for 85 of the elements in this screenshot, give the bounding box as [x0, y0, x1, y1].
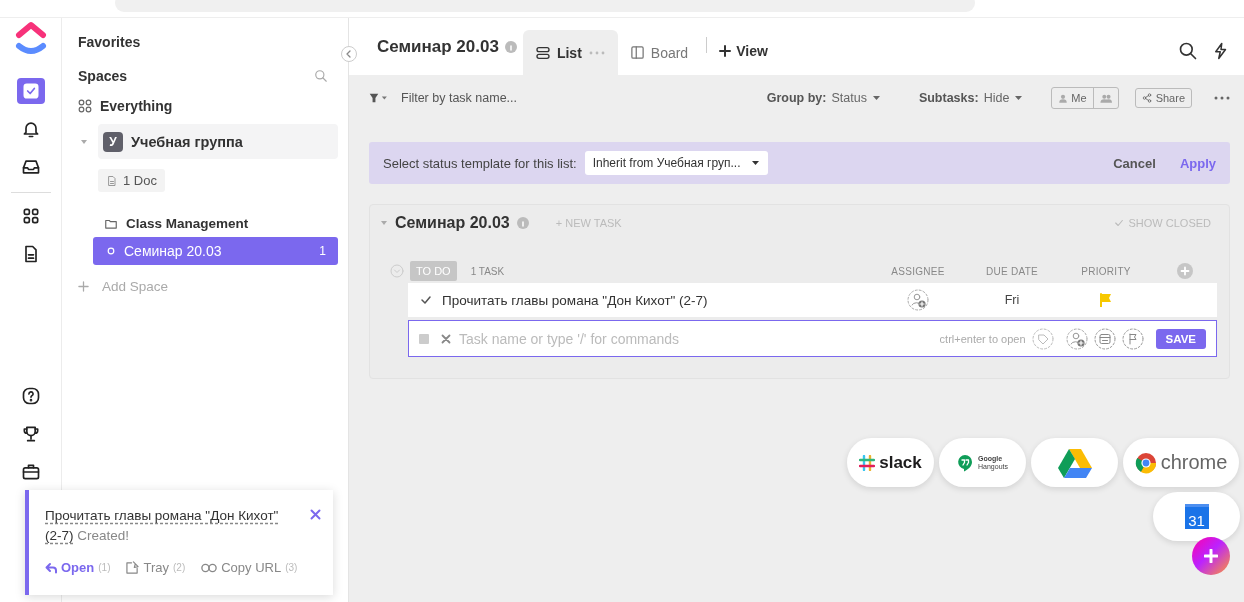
close-icon	[310, 509, 321, 520]
share-button[interactable]: Share	[1134, 88, 1192, 108]
calendar-button[interactable]: 31	[1153, 492, 1240, 541]
column-header: PRIORITY	[1080, 265, 1132, 277]
folder-item[interactable]: Class Management	[104, 216, 338, 231]
space-badge: У	[103, 131, 123, 152]
group-by-dropdown[interactable]: Group by: Status	[760, 90, 887, 106]
list-item[interactable]: Семинар 20.03 1	[93, 237, 338, 265]
open-action[interactable]: Open (1)	[45, 560, 111, 575]
view-tab[interactable]: Board	[617, 30, 701, 75]
link-icon	[201, 562, 218, 573]
calendar-icon[interactable]	[1093, 327, 1116, 350]
square-icon	[419, 333, 429, 344]
doc-item[interactable]: 1 Doc	[98, 169, 165, 192]
caret-icon	[750, 159, 760, 167]
chrome-button[interactable]: chrome	[1123, 438, 1239, 487]
more-icon	[587, 49, 606, 56]
banner-label: Select status template for this list:	[383, 155, 577, 171]
copy-action[interactable]: Copy URL (3)	[201, 560, 298, 575]
spaces-header[interactable]: Spaces	[78, 68, 128, 84]
slack-button[interactable]: slack	[847, 438, 934, 487]
plus-icon	[719, 44, 732, 57]
due-date[interactable]: Fri	[965, 293, 1059, 307]
add-button[interactable]	[1192, 537, 1230, 575]
close-button[interactable]	[310, 508, 321, 523]
flag-icon[interactable]	[1121, 327, 1144, 350]
tray-icon	[126, 561, 140, 574]
caret-icon	[871, 94, 881, 102]
toast-message: Прочитать главы романа "Дон Кихот" (2-7) Created!	[45, 507, 280, 545]
task-count: 1 TASK	[470, 265, 505, 277]
save-button[interactable]: SAVE	[1155, 328, 1206, 349]
list-icon	[534, 44, 551, 61]
search-icon[interactable]	[1178, 40, 1198, 61]
chevron-left-icon	[345, 50, 353, 58]
status-badge: TO DO	[410, 261, 457, 281]
inbox-icon	[20, 157, 41, 177]
collapse-button[interactable]	[341, 46, 357, 62]
template-dropdown[interactable]: Inherit from Учебная груп...	[584, 151, 768, 175]
task-row[interactable]: Прочитать главы романа "Дон Кихот" (2-7) Fri	[408, 283, 1217, 317]
more-icon[interactable]	[1214, 95, 1230, 101]
space-item[interactable]: У Учебная группа	[98, 124, 338, 159]
document-icon	[106, 174, 118, 187]
reply-icon	[45, 561, 57, 574]
column-header: DUE DATE	[984, 265, 1040, 277]
triangle-logo-icon	[1057, 447, 1092, 478]
rail-checkbox-button[interactable]	[16, 78, 45, 104]
column-header: ASSIGNEE	[890, 265, 946, 277]
everything-item[interactable]: Everything	[78, 98, 338, 114]
plus-icon	[1204, 549, 1218, 563]
people-icon	[1099, 92, 1112, 104]
slack-logo-icon	[859, 454, 876, 471]
add-view-button[interactable]: View	[713, 40, 774, 61]
share-icon	[1141, 93, 1152, 103]
grid-icon	[78, 99, 92, 113]
help-icon	[20, 386, 41, 406]
tray-action[interactable]: Tray (2)	[126, 560, 186, 575]
filter-field[interactable]: Filter by task name...	[401, 91, 601, 105]
task-name[interactable]: Прочитать главы романа "Дон Кихот" (2-7)	[442, 292, 708, 308]
check-icon	[1114, 218, 1125, 228]
space-name: Учебная группа	[131, 133, 243, 150]
logo-icon	[13, 20, 48, 56]
list-title: Семинар 20.03	[377, 36, 499, 57]
check-icon[interactable]	[420, 294, 432, 306]
close-icon[interactable]	[441, 333, 451, 344]
circle-icon	[107, 247, 115, 255]
board-icon	[629, 45, 645, 60]
assignee-icon[interactable]	[907, 289, 929, 311]
view-tab[interactable]: List	[522, 30, 618, 75]
new-task-field[interactable]: Task name or type '/' for commands ctrl+enter to open SAVE	[408, 320, 1217, 357]
plus-icon	[78, 281, 89, 292]
list-heading: Семинар 20.03	[395, 214, 510, 232]
assignee-icon[interactable]	[1065, 327, 1088, 350]
speech-bubble-icon	[957, 453, 973, 472]
briefcase-icon	[20, 462, 41, 482]
person-icon	[1058, 92, 1069, 104]
task-count: 1	[319, 244, 326, 258]
subtasks-dropdown[interactable]: Subtasks: Hide	[912, 90, 1030, 106]
shortcut-hint: ctrl+enter to open	[939, 332, 1026, 345]
drive-button[interactable]	[1031, 438, 1118, 487]
caret-icon[interactable]	[80, 137, 88, 146]
filter-icon[interactable]	[369, 92, 389, 104]
caret-icon	[1014, 94, 1024, 102]
cancel-button[interactable]: Cancel	[1107, 154, 1162, 172]
favorites-header[interactable]: Favorites	[78, 34, 338, 50]
chrome-logo-icon	[1134, 451, 1157, 474]
